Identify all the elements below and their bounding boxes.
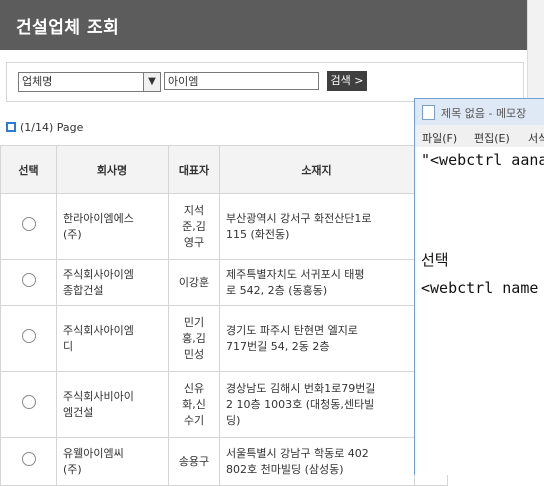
company-name: 한라아이엠에스 (주)	[56, 193, 169, 260]
select-cell	[0, 259, 57, 306]
address: 경상남도 김해시 번화1로79번길 2 10층 1003호 (대청동,센타빌 딩…	[219, 371, 415, 438]
representative: 신유 화,신 수기	[168, 371, 220, 438]
chevron-down-icon[interactable]: ▼	[143, 73, 160, 91]
square-bullet-icon	[6, 122, 16, 132]
select-cell	[0, 193, 57, 260]
table-row[interactable]: 주식회사아이엠 종합건설 이강훈 제주특별자치도 서귀포시 태평 로 542, 2층…	[0, 259, 448, 306]
notepad-titlebar[interactable]: 제목 없음 - 메모장	[415, 99, 544, 125]
search-field-select[interactable]: 업체명 ▼	[18, 72, 161, 92]
search-panel: 업체명 ▼ 아이엠 검색 >	[6, 62, 524, 102]
table-row[interactable]: 한라아이엠에스 (주) 지석 준,김 영구 부산광역시 강서구 화전산단1로 115…	[0, 193, 448, 260]
search-input[interactable]: 아이엠	[164, 72, 319, 90]
address: 제주특별자치도 서귀포시 태평 로 542, 2층 (동홍동)	[219, 259, 415, 306]
company-name: 주식회사비아이 엠건설	[56, 371, 169, 438]
row-select-radio[interactable]	[21, 395, 36, 409]
address: 서울특별시 강남구 학동로 402 802호 천마빌딩 (삼성동)	[219, 437, 415, 486]
notepad-title: 제목 없음 - 메모장	[441, 107, 527, 120]
row-select-radio[interactable]	[21, 452, 36, 466]
notepad-line-2[interactable]: 선택	[421, 249, 449, 270]
table-row[interactable]: 주식회사아이엠 디 민기 홍,김 민성 경기도 파주시 탄현면 엘지로 717번길 …	[0, 305, 448, 372]
page-info-text: (1/14) Page	[20, 121, 84, 134]
col-header-address: 소재지	[219, 145, 415, 194]
page-title: 건설업체 조회	[16, 18, 120, 38]
page-indicator: (1/14) Page	[6, 121, 83, 134]
select-cell	[0, 371, 57, 438]
search-button[interactable]: 검색 >	[327, 71, 367, 91]
company-name: 주식회사아이엠 종합건설	[56, 259, 169, 306]
notepad-menubar: 파일(F) 편집(E) 서식	[415, 125, 544, 147]
col-header-representative: 대표자	[168, 145, 220, 194]
col-header-company: 회사명	[56, 145, 169, 194]
notepad-line-3[interactable]: <webctrl name	[421, 279, 538, 297]
menu-edit[interactable]: 편집(E)	[474, 130, 510, 146]
row-select-radio[interactable]	[21, 273, 36, 287]
notepad-line-1[interactable]: "<webctrl aana	[421, 151, 544, 169]
notepad-icon	[422, 105, 435, 120]
representative: 민기 홍,김 민성	[168, 305, 220, 372]
row-select-radio[interactable]	[21, 217, 36, 231]
row-select-radio[interactable]	[21, 329, 36, 343]
company-name: 유웰아이엠씨 (주)	[56, 437, 169, 486]
notepad-window[interactable]: 제목 없음 - 메모장 파일(F) 편집(E) 서식 "<webctrl aan…	[414, 98, 544, 475]
company-name: 주식회사아이엠 디	[56, 305, 169, 372]
address: 부산광역시 강서구 화전산단1로 115 (화전동)	[219, 193, 415, 260]
search-field-value: 업체명	[22, 75, 53, 88]
menu-file[interactable]: 파일(F)	[422, 130, 457, 146]
table-header-row: 선택 회사명 대표자 소재지 업	[0, 145, 448, 194]
representative: 지석 준,김 영구	[168, 193, 220, 260]
table-row[interactable]: 유웰아이엠씨 (주) 송용구 서울특별시 강남구 학동로 402 802호 천마빌딩…	[0, 437, 448, 486]
company-table: 선택 회사명 대표자 소재지 업 한라아이엠에스 (주)지석 준,김 영구부산광…	[0, 145, 448, 486]
select-cell	[0, 305, 57, 372]
col-header-select: 선택	[0, 145, 57, 194]
representative: 송용구	[168, 437, 220, 486]
page-header: 건설업체 조회	[0, 0, 527, 50]
select-cell	[0, 437, 57, 486]
menu-format[interactable]: 서식	[528, 130, 544, 146]
representative: 이강훈	[168, 259, 220, 306]
address: 경기도 파주시 탄현면 엘지로 717번길 54, 2동 2층	[219, 305, 415, 372]
table-row[interactable]: 주식회사비아이 엠건설 신유 화,신 수기 경상남도 김해시 번화1로79번길 2 …	[0, 371, 448, 438]
